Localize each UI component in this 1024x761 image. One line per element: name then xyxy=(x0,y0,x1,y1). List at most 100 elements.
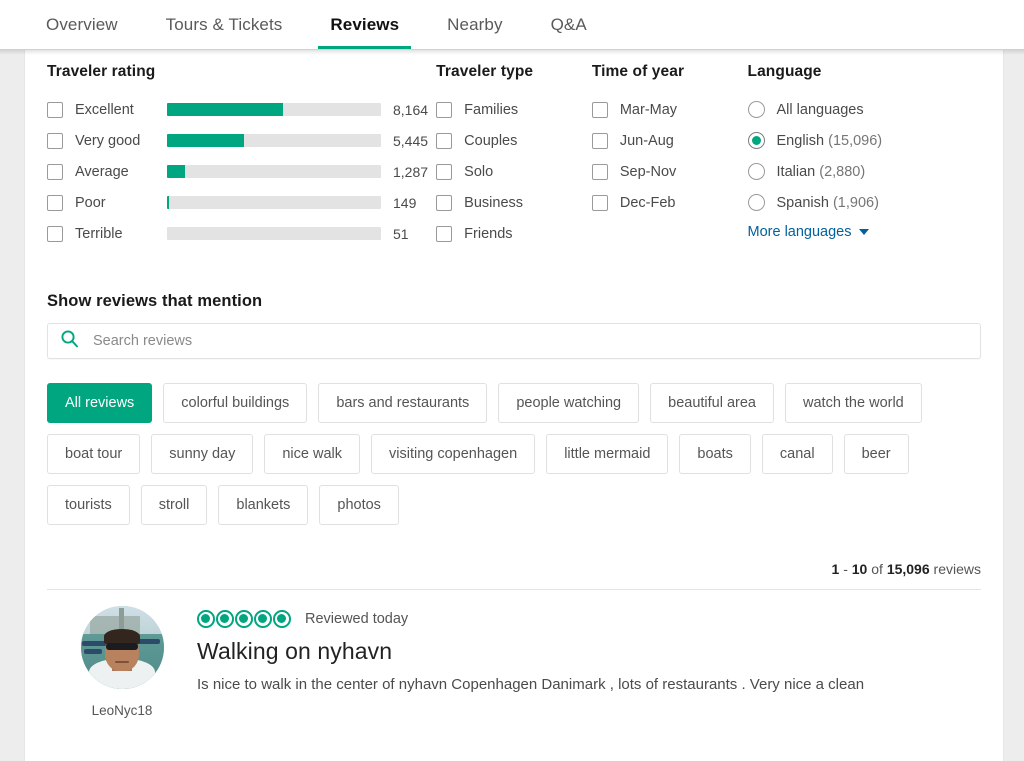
bubble-rating xyxy=(197,610,292,628)
time-of-year-row-jun-aug[interactable]: Jun-Aug xyxy=(591,125,748,156)
chip-visiting-copenhagen[interactable]: visiting copenhagen xyxy=(371,434,536,474)
language-row-spanish[interactable]: Spanish (1,906) xyxy=(747,187,982,218)
chip-colorful-buildings[interactable]: colorful buildings xyxy=(163,383,308,423)
time-of-year-row-sep-nov[interactable]: Sep-Nov xyxy=(591,156,748,187)
tab-qa-label: Q&A xyxy=(550,14,587,34)
language-name-all: All languages xyxy=(776,101,864,118)
review-body: Reviewed today Walking on nyhavn Is nice… xyxy=(197,606,981,718)
chevron-down-icon xyxy=(858,229,869,235)
traveler-type-row-families[interactable]: Families xyxy=(436,94,592,125)
radio-spanish[interactable] xyxy=(747,194,765,211)
tab-nearby[interactable]: Nearby xyxy=(423,0,526,49)
chip-bars-and-restaurants[interactable]: bars and restaurants xyxy=(318,383,488,423)
rating-row-excellent[interactable]: Excellent 8,164 xyxy=(47,94,436,125)
bubble-icon xyxy=(273,610,291,628)
filter-group-language: Language All languages English (15,096) xyxy=(747,63,982,249)
chip-all-reviews[interactable]: All reviews xyxy=(47,383,153,423)
chip-tourists[interactable]: tourists xyxy=(47,485,130,525)
traveler-type-row-business[interactable]: Business xyxy=(436,187,592,218)
language-row-all[interactable]: All languages xyxy=(747,94,982,125)
chip-label: beer xyxy=(861,446,891,462)
language-row-english[interactable]: English (15,096) xyxy=(747,125,982,156)
chip-blankets[interactable]: blankets xyxy=(218,485,309,525)
chip-beautiful-area[interactable]: beautiful area xyxy=(650,383,774,423)
review-author-block: LeoNyc18 xyxy=(47,606,197,718)
checkbox-poor[interactable] xyxy=(47,194,63,211)
checkbox-sep-nov[interactable] xyxy=(591,163,608,180)
review-count-summary: 1 - 10 of 15,096 reviews xyxy=(47,561,981,577)
reviews-content-card: Traveler rating Excellent 8,164 Very goo… xyxy=(24,50,1004,761)
rating-row-average[interactable]: Average 1,287 xyxy=(47,156,436,187)
language-label-all: All languages xyxy=(777,102,864,118)
rating-label-excellent: Excellent xyxy=(75,101,134,118)
chip-sunny-day[interactable]: sunny day xyxy=(151,434,254,474)
chip-watch-the-world[interactable]: watch the world xyxy=(785,383,922,423)
traveler-type-label-couples: Couples xyxy=(464,132,518,149)
tab-qa[interactable]: Q&A xyxy=(527,0,611,49)
bubble-icon xyxy=(254,610,272,628)
checkbox-mar-may[interactable] xyxy=(591,101,608,118)
mention-chip-list: All reviews colorful buildings bars and … xyxy=(47,383,981,525)
review-username[interactable]: LeoNyc18 xyxy=(92,703,153,718)
review-item: LeoNyc18 Reviewed today Walking on nyhav… xyxy=(47,590,981,718)
chip-label: visiting copenhagen xyxy=(389,446,518,462)
rating-row-terrible[interactable]: Terrible 51 xyxy=(47,218,436,249)
checkbox-business[interactable] xyxy=(436,194,453,211)
language-label-spanish: Spanish (1,906) xyxy=(777,195,879,211)
language-name-spanish: Spanish xyxy=(776,194,829,211)
avatar[interactable] xyxy=(80,606,164,689)
filter-group-time-of-year: Time of year Mar-May Jun-Aug Sep-Nov Dec… xyxy=(591,63,748,249)
chip-boat-tour[interactable]: boat tour xyxy=(47,434,141,474)
rating-row-poor[interactable]: Poor 149 xyxy=(47,187,436,218)
chip-people-watching[interactable]: people watching xyxy=(498,383,640,423)
rating-row-very-good[interactable]: Very good 5,445 xyxy=(47,125,436,156)
rating-bar-track-terrible xyxy=(167,227,381,240)
more-languages-button[interactable]: More languages xyxy=(748,224,982,240)
checkbox-terrible[interactable] xyxy=(47,225,63,242)
radio-all-languages[interactable] xyxy=(747,101,765,118)
checkbox-very-good[interactable] xyxy=(47,132,63,149)
tab-tours-tickets[interactable]: Tours & Tickets xyxy=(142,0,307,49)
time-of-year-row-mar-may[interactable]: Mar-May xyxy=(591,94,748,125)
traveler-type-row-friends[interactable]: Friends xyxy=(436,218,592,249)
chip-label: canal xyxy=(779,446,815,462)
review-title[interactable]: Walking on nyhavn xyxy=(197,638,981,665)
chip-boats[interactable]: boats xyxy=(679,434,751,474)
primary-tab-bar: Overview Tours & Tickets Reviews Nearby … xyxy=(0,0,1024,49)
checkbox-jun-aug[interactable] xyxy=(591,132,608,149)
traveler-type-row-solo[interactable]: Solo xyxy=(436,156,592,187)
time-of-year-row-dec-feb[interactable]: Dec-Feb xyxy=(591,187,748,218)
chip-nice-walk[interactable]: nice walk xyxy=(264,434,360,474)
tab-overview[interactable]: Overview xyxy=(22,0,142,49)
language-name-english: English xyxy=(776,132,825,149)
radio-italian[interactable] xyxy=(747,163,765,180)
filter-group-traveler-rating: Traveler rating Excellent 8,164 Very goo… xyxy=(47,63,436,249)
tab-overview-label: Overview xyxy=(46,14,118,34)
chip-label: boats xyxy=(697,446,733,462)
range-end: 10 xyxy=(851,561,868,577)
checkbox-excellent[interactable] xyxy=(47,101,63,118)
search-input[interactable] xyxy=(91,332,968,350)
traveler-type-row-couples[interactable]: Couples xyxy=(436,125,592,156)
checkbox-friends[interactable] xyxy=(436,225,453,242)
chip-beer[interactable]: beer xyxy=(843,434,909,474)
chip-label: blankets xyxy=(236,497,291,513)
tab-reviews[interactable]: Reviews xyxy=(306,0,423,49)
checkbox-families[interactable] xyxy=(436,101,453,118)
range-dash: - xyxy=(843,561,848,577)
language-row-italian[interactable]: Italian (2,880) xyxy=(747,156,982,187)
chip-stroll[interactable]: stroll xyxy=(140,485,208,525)
chip-photos[interactable]: photos xyxy=(319,485,399,525)
checkbox-dec-feb[interactable] xyxy=(591,194,608,211)
review-search-bar[interactable] xyxy=(47,323,981,359)
chip-little-mermaid[interactable]: little mermaid xyxy=(546,434,669,474)
rating-count-terrible: 51 xyxy=(393,225,409,242)
checkbox-solo[interactable] xyxy=(436,163,453,180)
radio-english[interactable] xyxy=(747,132,765,149)
checkbox-couples[interactable] xyxy=(436,132,453,149)
chip-canal[interactable]: canal xyxy=(761,434,833,474)
chip-label: photos xyxy=(337,497,381,513)
rating-bar-fill-average xyxy=(167,165,186,178)
checkbox-average[interactable] xyxy=(47,163,63,180)
tab-tours-tickets-label: Tours & Tickets xyxy=(165,14,283,34)
